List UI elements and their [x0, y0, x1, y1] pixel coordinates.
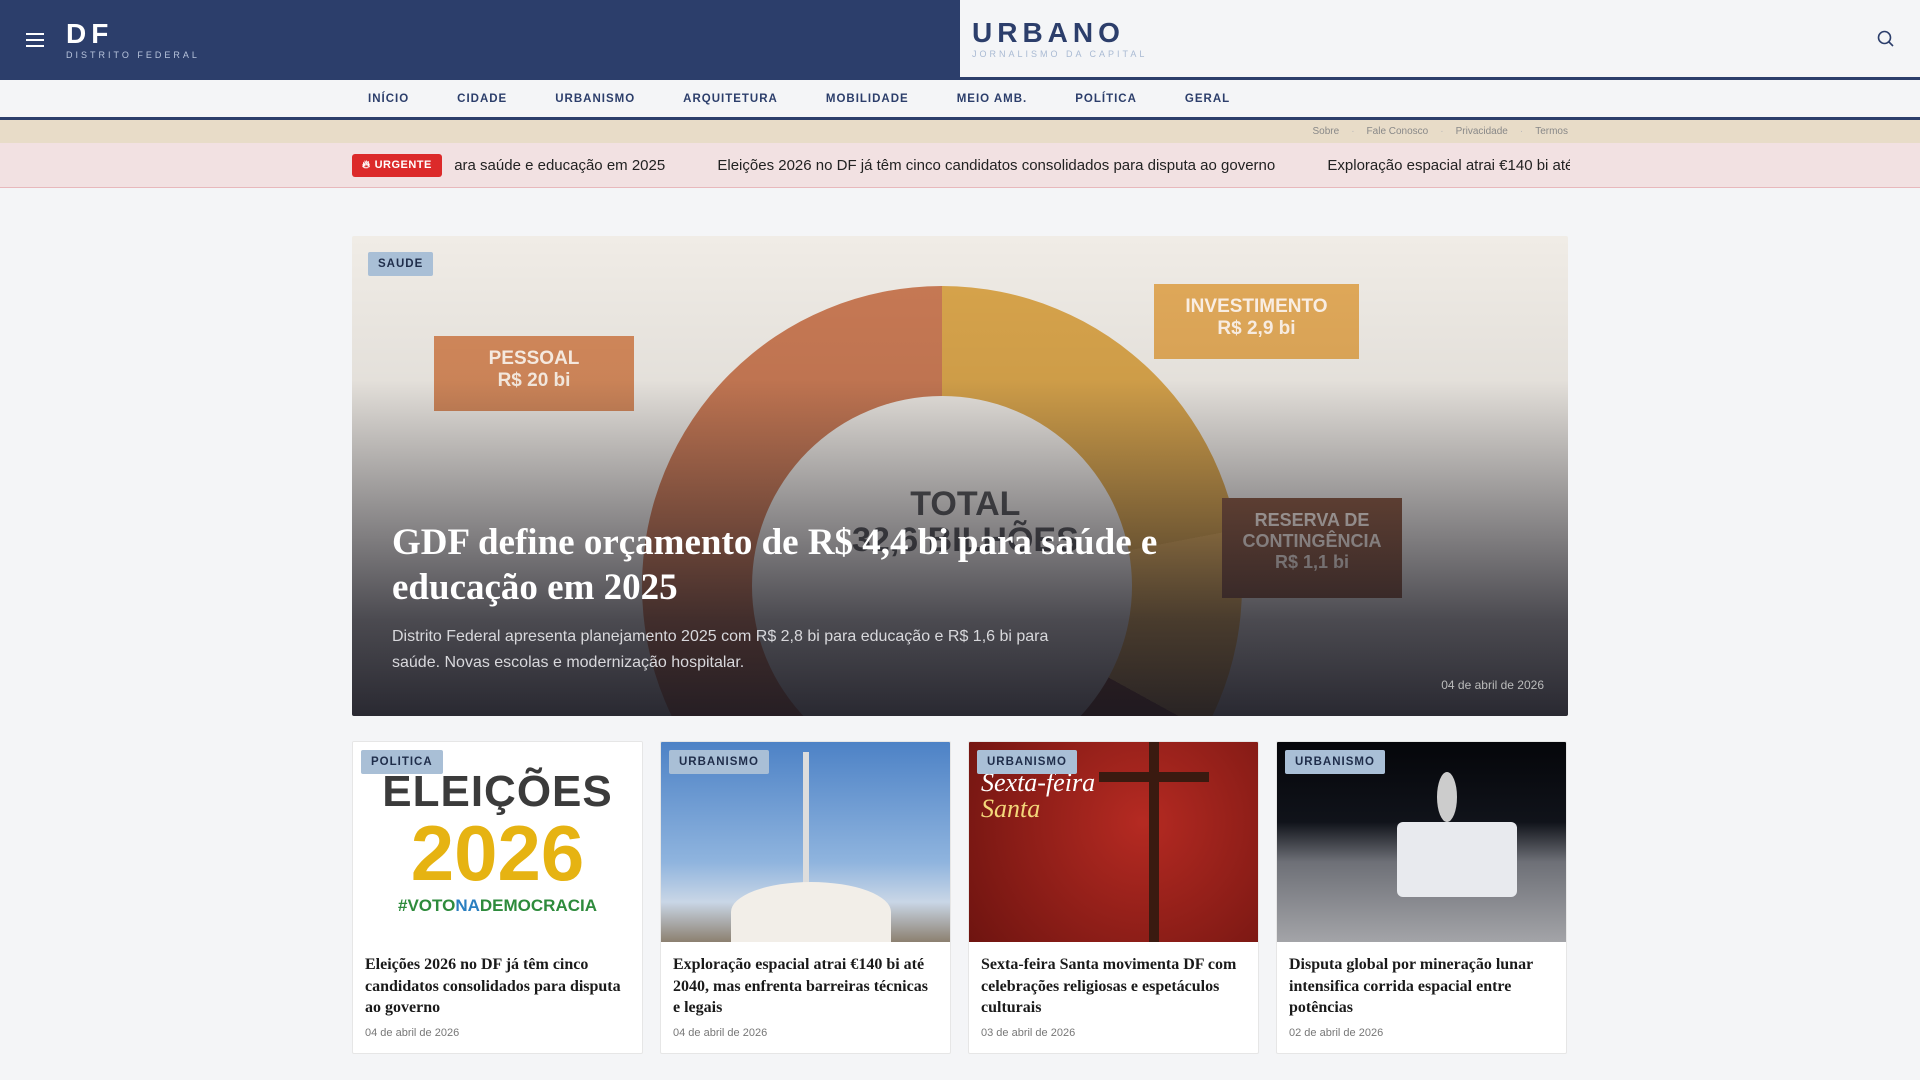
card-title[interactable]: Sexta-feira Santa movimenta DF com celeb…	[969, 942, 1258, 1019]
ticker-item[interactable]: para saúde e educação em 2025	[454, 157, 665, 174]
article-grid: ELEIÇÕES 2026 #VOTONADEMOCRACIA POLITICA…	[352, 741, 1567, 1054]
card-date: 04 de abril de 2026	[673, 1027, 768, 1039]
nav-urbanismo[interactable]: URBANISMO	[539, 93, 635, 105]
category-badge[interactable]: SAUDE	[368, 252, 434, 276]
category-badge[interactable]: POLITICA	[361, 750, 443, 774]
card-date: 02 de abril de 2026	[1289, 1027, 1384, 1039]
card-title[interactable]: Eleições 2026 no DF já têm cinco candida…	[353, 942, 642, 1019]
card-date: 04 de abril de 2026	[365, 1027, 460, 1039]
category-badge[interactable]: URBANISMO	[1285, 750, 1385, 774]
urgent-badge: 🔥︎ URGENTE	[352, 153, 442, 177]
fire-icon: 🔥︎	[362, 158, 371, 171]
hero-description: Distrito Federal apresenta planejamento …	[392, 628, 1049, 671]
card-date: 03 de abril de 2026	[981, 1027, 1076, 1039]
category-badge[interactable]: URBANISMO	[977, 750, 1077, 774]
link-fale-conosco[interactable]: Fale Conosco	[1367, 126, 1429, 137]
nav-politica[interactable]: POLÍTICA	[1059, 93, 1137, 105]
ticker-item[interactable]: Exploração espacial atrai €140 bi até 20…	[1327, 157, 1569, 174]
article-card[interactable]: URBANISMO Exploração espacial atrai €140…	[660, 741, 951, 1054]
article-card[interactable]: URBANISMO Disputa global por mineração l…	[1276, 741, 1567, 1054]
hero-date: 04 de abril de 2026	[1441, 678, 1544, 692]
nav-mobilidade[interactable]: MOBILIDADE	[810, 93, 909, 105]
nav-cidade[interactable]: CIDADE	[441, 93, 507, 105]
menu-icon[interactable]	[26, 33, 44, 47]
image-text: #VOTONADEMOCRACIA	[398, 896, 597, 915]
search-icon[interactable]	[1876, 29, 1896, 49]
nav-geral[interactable]: GERAL	[1169, 93, 1230, 105]
hero-article[interactable]: PESSOALR$ 20 bi INVESTIMENTOR$ 2,9 bi RE…	[352, 236, 1568, 716]
ticker-item[interactable]: Eleições 2026 no DF já têm cinco candida…	[717, 157, 1275, 174]
header-right: URBANO JORNALISMO DA CAPITAL	[960, 0, 1920, 80]
image-text: Sexta-feira Santa	[981, 768, 1096, 823]
urbano-logo[interactable]: URBANO JORNALISMO DA CAPITAL	[972, 16, 1148, 59]
urgent-ticker-bar: 🔥︎ URGENTE para saúde e educação em 2025 …	[0, 143, 1920, 188]
nav-inicio[interactable]: INÍCIO	[352, 93, 409, 105]
category-badge[interactable]: URBANISMO	[669, 750, 769, 774]
nav-meio-amb[interactable]: MEIO AMB.	[941, 93, 1028, 105]
df-logo[interactable]: DF DISTRITO FEDERAL	[66, 18, 200, 61]
image-text: ELEIÇÕES	[382, 767, 613, 816]
card-title[interactable]: Disputa global por mineração lunar inten…	[1277, 942, 1566, 1019]
urgent-label: URGENTE	[374, 159, 432, 171]
link-sobre[interactable]: Sobre	[1313, 126, 1340, 137]
hero-title[interactable]: GDF define orçamento de R$ 4,4 bi para s…	[392, 520, 1172, 610]
df-logo-text: DF	[66, 18, 114, 49]
article-card[interactable]: Sexta-feira Santa URBANISMO Sexta-feira S…	[968, 741, 1259, 1054]
main-nav: INÍCIO CIDADE URBANISMO ARQUITETURA MOBI…	[0, 80, 1920, 120]
header-left: DF DISTRITO FEDERAL	[0, 0, 960, 80]
link-privacidade[interactable]: Privacidade	[1456, 126, 1508, 137]
article-card[interactable]: ELEIÇÕES 2026 #VOTONADEMOCRACIA POLITICA…	[352, 741, 643, 1054]
urbano-logo-text: URBANO	[972, 16, 1125, 48]
image-text: 2026	[410, 809, 585, 897]
ticker: para saúde e educação em 2025 Eleições 2…	[454, 157, 1570, 174]
df-tagline: DISTRITO FEDERAL	[66, 50, 200, 60]
nav-arquitetura[interactable]: ARQUITETURA	[667, 93, 778, 105]
card-title[interactable]: Exploração espacial atrai €140 bi até 20…	[661, 942, 950, 1019]
utility-bar: Sobre · Fale Conosco · Privacidade · Termos	[0, 120, 1920, 143]
link-termos[interactable]: Termos	[1535, 126, 1568, 137]
urbano-tagline: JORNALISMO DA CAPITAL	[972, 48, 1148, 59]
site-header: DF DISTRITO FEDERAL URBANO JORNALISMO DA…	[0, 0, 1920, 80]
